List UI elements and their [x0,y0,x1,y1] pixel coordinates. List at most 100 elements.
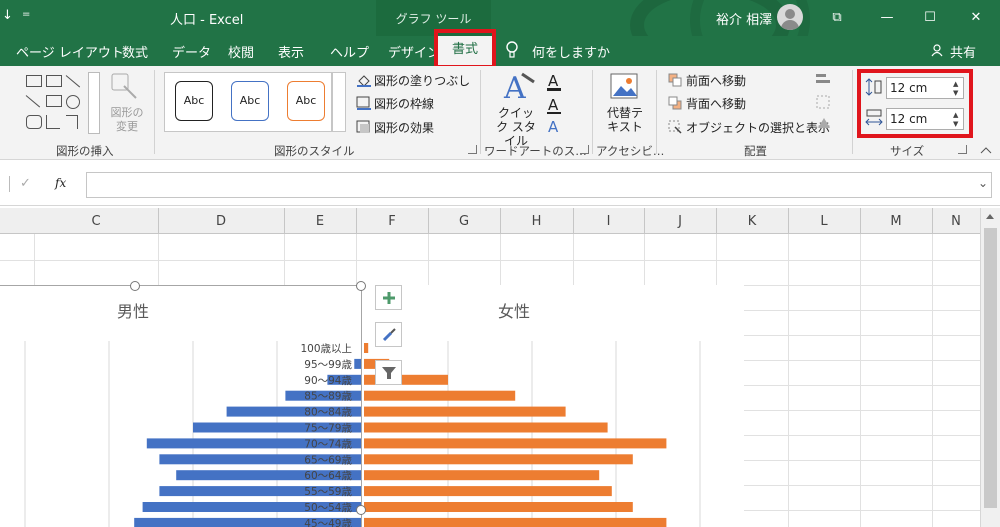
column-header-c[interactable]: C [34,214,158,229]
tell-me-search[interactable]: 何をしますか [532,42,610,61]
wordart-group-label: ワードアートのス… [484,144,587,158]
column-header-l[interactable]: L [788,214,860,229]
column-header-k[interactable]: K [716,214,788,229]
population-pyramid-chart[interactable]: 100歳以上 95〜99歳 90〜94歳 85〜89歳 80〜84歳 75〜79歳 70〜7… [0,285,744,527]
ribbon-tabs [0,36,1000,66]
dialog-launcher-icon[interactable] [468,145,477,154]
scroll-up-icon[interactable] [985,212,995,220]
resize-handle[interactable] [356,505,366,515]
column-header-h[interactable]: H [500,214,573,229]
group-separator [592,70,593,154]
cancel-icon[interactable]: ✓ [20,176,31,191]
quick-style-a-icon: A [503,71,535,104]
bring-forward-button[interactable]: 前面へ移動 [686,72,746,89]
female-bar[interactable] [364,517,667,527]
group-separator [852,70,853,154]
shape-fill-button[interactable]: 図形の塗りつぶし [374,72,470,89]
tab-design[interactable]: デザイン [388,42,440,61]
text-fill-icons: AAA [547,72,561,134]
tab-help[interactable]: ヘルプ [330,42,369,61]
column-header-f[interactable]: F [356,214,428,229]
insert-function-icon[interactable]: fx [55,176,66,190]
female-bar[interactable] [364,343,369,353]
female-bar[interactable] [364,390,516,401]
tab-page-layout[interactable]: ページ レイアウト [16,42,124,61]
grid-line [788,234,789,527]
female-bar[interactable] [364,406,566,417]
collapse-ribbon-icon[interactable] [980,146,992,154]
vertical-scrollbar[interactable] [980,208,1000,527]
maximize-button[interactable]: ☐ [907,0,953,34]
dialog-launcher-icon[interactable] [580,145,589,154]
formula-expand-icon[interactable]: ⌄ [978,176,988,190]
shape-gallery-scroll[interactable] [88,72,100,134]
bring-forward-icon [668,73,682,87]
chart-styles-button[interactable] [375,322,402,347]
send-backward-button[interactable]: 背面へ移動 [686,95,746,112]
male-bar[interactable] [354,358,361,369]
shape-outline-button[interactable]: 図形の枠線 [374,95,434,112]
age-category-label: 60〜64歳 [304,470,352,482]
svg-text:A: A [548,72,559,90]
style-box-orange[interactable]: Abc [287,81,325,121]
chart-title-female: 女性 [498,302,531,321]
dialog-launcher-icon[interactable] [958,145,967,154]
group-separator [154,70,155,154]
style-box-black[interactable]: Abc [175,81,213,121]
user-name[interactable]: 裕介 相澤 [716,9,772,28]
column-header-i[interactable]: I [573,214,644,229]
change-shape-button[interactable]: 図形の変更 [109,106,145,134]
female-bar[interactable] [364,486,612,497]
tab-review[interactable]: 校閲 [228,42,254,61]
style-box-blue[interactable]: Abc [231,81,269,121]
ribbon-display-options-button[interactable]: ⧉ [814,0,860,34]
quick-access-down-icon[interactable]: ↓ [2,8,16,23]
chart-elements-button[interactable] [375,285,402,310]
female-bar[interactable] [364,470,600,481]
size-group-highlight [857,69,973,138]
close-button[interactable]: ✕ [953,0,999,34]
column-header-m[interactable]: M [860,214,932,229]
column-header-n[interactable]: N [932,214,980,229]
age-category-label: 75〜79歳 [304,423,352,435]
quick-style-button[interactable]: クイック スタイル [494,106,538,148]
avatar[interactable] [777,4,803,30]
formula-input[interactable] [86,172,992,198]
shape-styles-group-label: 図形のスタイル [274,144,355,158]
arrange-group-label: 配置 [744,144,767,158]
share-button[interactable]: 共有 [950,42,976,61]
female-bar[interactable] [364,438,667,449]
column-header-e[interactable]: E [284,214,356,229]
age-category-label: 100歳以上 [300,343,352,355]
change-shape-icon [111,73,137,99]
plus-icon [382,291,395,304]
female-bar[interactable] [364,502,633,512]
selection-pane-button[interactable]: オブジェクトの選択と表示 [686,119,830,136]
minimize-button[interactable]: — [864,0,910,34]
svg-text:A: A [548,96,559,114]
tab-formulas[interactable]: 数式 [122,42,148,61]
shape-style-gallery[interactable]: Abc Abc Abc [164,72,332,132]
female-bar[interactable] [364,422,608,433]
column-header-g[interactable]: G [428,214,500,229]
name-box-edge[interactable] [0,176,10,192]
resize-handle[interactable] [356,281,366,291]
age-category-label: 50〜54歳 [304,502,352,514]
tab-data[interactable]: データ [172,42,211,61]
lightbulb-icon [506,41,518,58]
shape-effect-button[interactable]: 図形の効果 [374,119,434,136]
column-header-j[interactable]: J [644,214,716,229]
scrollbar-thumb[interactable] [984,228,997,508]
tab-view[interactable]: 表示 [278,42,304,61]
shape-gallery[interactable] [25,73,86,133]
female-bar[interactable] [364,454,633,465]
quick-access-customize-icon[interactable]: = [22,9,30,20]
style-gallery-scroll[interactable] [332,72,346,132]
resize-handle[interactable] [130,281,140,291]
alt-text-button[interactable]: 代替テキスト [603,106,647,134]
column-header-d[interactable]: D [158,214,284,229]
svg-text:A: A [548,118,559,134]
tab-format[interactable]: 書式 [437,36,493,66]
chart-filters-button[interactable] [375,360,402,385]
minimize-icon: — [880,9,894,25]
